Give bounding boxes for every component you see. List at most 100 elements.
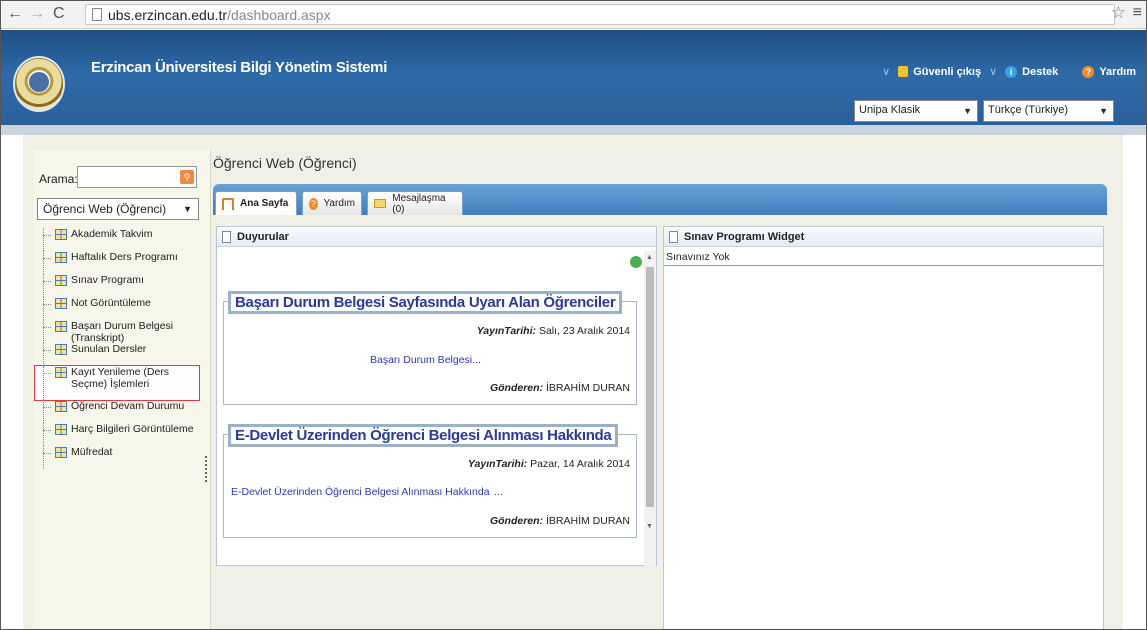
theme-select[interactable]: Unipa Klasik ▼ [854, 100, 978, 122]
help-icon: ? [1082, 65, 1095, 78]
sidebar-item-label: Kayıt Yenileme (Ders Seçme) İşlemleri [71, 366, 170, 390]
exam-widget-header: Sınav Programı Widget [664, 227, 1103, 247]
calendar-grid-icon [55, 447, 67, 458]
sidebar-item-label: Akademik Takvim [71, 228, 153, 240]
sidebar-item-label: Öğrenci Devam Durumu [71, 400, 185, 412]
announcement-sender: Gönderen: İBRAHİM DURAN [490, 515, 630, 527]
calendar-grid-icon [55, 252, 67, 263]
sidebar-item-devam-durumu[interactable]: Öğrenci Devam Durumu [41, 400, 211, 423]
info-icon: i [1005, 65, 1018, 78]
date-label: YayınTarihi: [476, 325, 537, 337]
forward-arrow-icon[interactable]: → [29, 5, 45, 23]
announcement-card: Başarı Durum Belgesi Sayfasında Uyarı Al… [223, 291, 637, 405]
sidebar: Arama: ⚲ Öğrenci Web (Öğrenci) ▼ Akademi… [33, 150, 211, 629]
sidebar-item-transkript[interactable]: Başarı Durum Belgesi (Transkript) [41, 320, 211, 344]
page-title: Öğrenci Web (Öğrenci) [213, 155, 357, 171]
announcement-title: Başarı Durum Belgesi Sayfasında Uyarı Al… [228, 291, 623, 314]
site-title: Erzincan Üniversitesi Bilgi Yönetim Sist… [91, 59, 388, 76]
announcement-more-link[interactable]: ... [494, 486, 503, 498]
tab-messaging[interactable]: Mesajlaşma (0) [367, 191, 463, 215]
page-icon [92, 8, 102, 21]
refresh-icon[interactable] [630, 256, 642, 268]
announcements-header: Duyurular [217, 227, 656, 247]
announcement-link[interactable]: Başarı Durum Belgesi... [370, 354, 481, 366]
announcement-date: YayınTarihi: Pazar, 14 Aralık 2014 [468, 458, 630, 470]
bookmark-star-icon[interactable]: ☆ [1111, 3, 1126, 23]
calendar-grid-icon [55, 424, 67, 435]
sidebar-item-sinav-programi[interactable]: Sınav Programı [41, 274, 211, 297]
announcements-title: Duyurular [237, 231, 289, 243]
address-bar[interactable]: ubs.erzincan.edu.tr/dashboard.aspx [85, 4, 1115, 25]
exam-widget-title: Sınav Programı Widget [684, 231, 805, 243]
sidebar-item-label: Sınav Programı [71, 274, 144, 286]
sidebar-item-not-goruntuleme[interactable]: Not Görüntüleme [41, 297, 211, 320]
calendar-grid-icon [55, 321, 67, 332]
calendar-grid-icon [55, 344, 67, 355]
header-divider [1, 125, 1146, 135]
chevron-down-icon: ▼ [1099, 106, 1108, 116]
search-label: Arama: [39, 172, 78, 186]
resize-handle[interactable] [205, 456, 207, 482]
exam-widget-panel: Sınav Programı Widget Sınavınız Yok [663, 226, 1104, 629]
sender-label: Gönderen: [489, 515, 544, 527]
scroll-down-icon[interactable]: ▼ [646, 523, 653, 530]
document-icon [669, 231, 678, 243]
sidebar-item-haftalik-ders-programi[interactable]: Haftalık Ders Programı [41, 251, 211, 274]
exam-widget-text: Sınavınız Yok [664, 248, 1103, 266]
tab-label: Mesajlaşma (0) [392, 192, 446, 215]
help-link[interactable]: ? Yardım [1082, 65, 1136, 78]
date-value: Pazar, 14 Aralık 2014 [530, 458, 630, 470]
date-value: Salı, 23 Aralık 2014 [538, 325, 630, 337]
announcement-sender: Gönderen: İBRAHİM DURAN [490, 382, 630, 394]
chevron-down-icon: ▼ [183, 204, 192, 214]
tab-label: Yardım [323, 198, 356, 209]
sidebar-item-label: Haftalık Ders Programı [71, 251, 178, 263]
sidebar-item-label: Müfredat [71, 446, 113, 458]
scroll-up-icon[interactable]: ▲ [646, 254, 653, 261]
tab-home[interactable]: Ana Sayfa [215, 191, 297, 215]
mail-icon [374, 199, 387, 208]
calendar-grid-icon [55, 229, 67, 240]
chevron-down-icon: ▼ [963, 106, 972, 116]
sidebar-item-harc-bilgileri[interactable]: Harç Bilgileri Görüntüleme [41, 423, 211, 446]
logout-link[interactable]: Güvenli çıkış [898, 66, 981, 78]
content-area: Arama: ⚲ Öğrenci Web (Öğrenci) ▼ Akademi… [23, 135, 1123, 629]
announcement-card: E-Devlet Üzerinden Öğrenci Belgesi Alınm… [223, 424, 637, 538]
sidebar-item-akademik-takvim[interactable]: Akademik Takvim [41, 228, 211, 251]
document-icon [222, 231, 231, 243]
browser-menu-icon[interactable]: ≡ [1133, 4, 1142, 22]
home-icon [222, 197, 234, 210]
language-select[interactable]: Türkçe (Türkiye) ▼ [983, 100, 1114, 122]
sender-value: İBRAHİM DURAN [545, 382, 630, 394]
announcement-title: E-Devlet Üzerinden Öğrenci Belgesi Alınm… [228, 424, 619, 447]
url-path: /dashboard.aspx [227, 7, 331, 23]
calendar-grid-icon [55, 275, 67, 286]
help-label: Yardım [1099, 65, 1136, 78]
announcement-link[interactable]: E-Devlet Üzerinden Öğrenci Belgesi Alınm… [231, 486, 490, 498]
announcement-date: YayınTarihi: Salı, 23 Aralık 2014 [477, 325, 630, 337]
sidebar-item-mufredat[interactable]: Müfredat [41, 446, 211, 469]
back-arrow-icon[interactable]: ← [7, 5, 23, 23]
language-select-value: Türkçe (Türkiye) [988, 104, 1069, 116]
tab-bar: Ana Sayfa ? Yardım Mesajlaşma (0) [213, 184, 1107, 215]
date-label: YayınTarihi: [467, 458, 528, 470]
logout-label: Güvenli çıkış [913, 65, 982, 78]
scrollbar-thumb[interactable] [646, 267, 654, 507]
reload-icon[interactable]: C [53, 5, 65, 23]
search-icon[interactable]: ⚲ [180, 170, 194, 184]
app-header: Erzincan Üniversitesi Bilgi Yönetim Sist… [1, 30, 1146, 131]
search-input[interactable] [77, 166, 197, 188]
url-host: ubs.erzincan.edu.tr [108, 7, 228, 23]
sidebar-item-sunulan-dersler[interactable]: Sunulan Dersler [41, 343, 211, 366]
menu-tree: Akademik Takvim Haftalık Ders Programı S… [34, 228, 211, 469]
tab-help[interactable]: ? Yardım [302, 191, 362, 215]
top-links: ∨ Güvenli çıkış ∨ iDestek ∨ ?Yardım [882, 65, 1136, 78]
module-select-value: Öğrenci Web (Öğrenci) [43, 202, 167, 216]
support-link[interactable]: i Destek [1005, 65, 1059, 78]
sidebar-item-kayit-yenileme[interactable]: Kayıt Yenileme (Ders Seçme) İşlemleri [34, 365, 200, 401]
url-text: ubs.erzincan.edu.tr/dashboard.aspx [108, 7, 331, 23]
module-select[interactable]: Öğrenci Web (Öğrenci) ▼ [37, 198, 199, 220]
support-label: Destek [1022, 65, 1059, 78]
calendar-grid-icon [55, 367, 67, 378]
calendar-grid-icon [55, 401, 67, 412]
